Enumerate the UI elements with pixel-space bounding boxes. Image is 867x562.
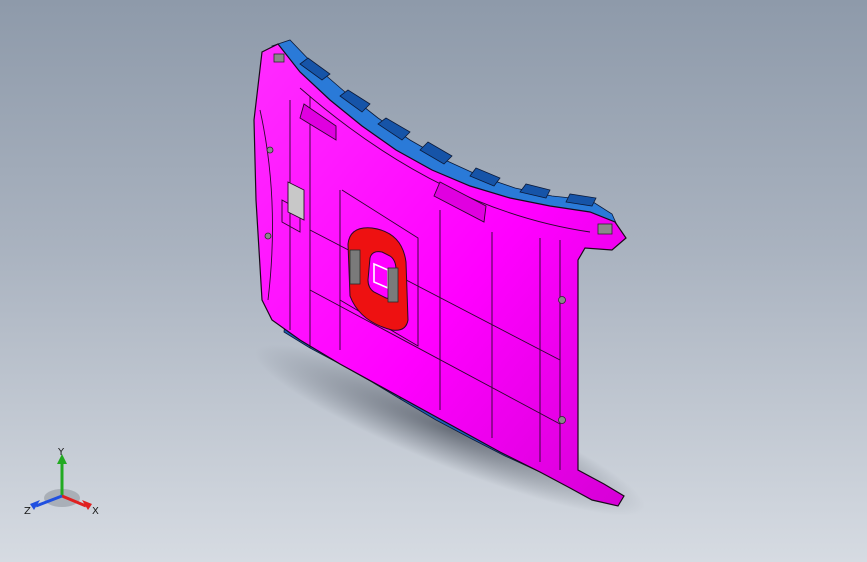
pad-right (387, 267, 399, 303)
z-label: Z (24, 506, 31, 517)
x-label: X (92, 506, 99, 517)
graphics-viewport[interactable]: Y X Z (0, 0, 867, 562)
y-label: Y (57, 448, 65, 458)
headliner-model[interactable] (0, 0, 867, 562)
pad-left (349, 249, 361, 285)
coordinate-triad-icon[interactable]: Y X Z (22, 448, 106, 520)
